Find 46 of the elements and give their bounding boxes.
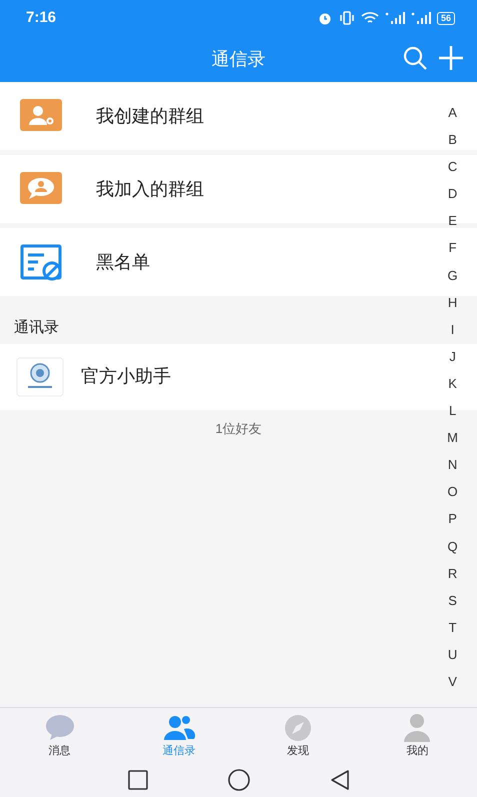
index-letter[interactable]: L <box>447 402 458 430</box>
tab-item[interactable]: 消息 <box>0 708 120 763</box>
index-letter[interactable]: Q <box>447 538 458 565</box>
status-time: 7:16 <box>26 8 56 28</box>
index-letter[interactable]: C <box>447 158 458 186</box>
index-letter[interactable]: R <box>447 564 458 592</box>
index-letter[interactable]: U <box>447 646 458 673</box>
index-letter[interactable]: S <box>447 592 458 619</box>
vibrate-icon <box>338 11 355 25</box>
signal-icon <box>384 11 405 25</box>
home-icon[interactable] <box>226 768 250 792</box>
avatar-icon <box>16 356 64 396</box>
tab-item[interactable]: 发现 <box>238 708 358 763</box>
index-letter[interactable]: H <box>447 294 458 321</box>
index-letter[interactable]: K <box>447 374 458 402</box>
section-header: 通讯录 <box>14 319 59 336</box>
signal-icon <box>410 11 431 25</box>
search-icon[interactable] <box>401 44 429 72</box>
index-letter[interactable]: M <box>447 429 458 456</box>
index-letter[interactable]: N <box>447 456 458 484</box>
wifi-icon <box>360 11 379 25</box>
alarm-icon <box>316 11 333 25</box>
list-item[interactable]: 黑名单 <box>0 228 437 296</box>
tab-item[interactable]: 我的 <box>358 708 477 763</box>
index-letter[interactable]: O <box>447 483 458 510</box>
index-letter[interactable]: J <box>447 348 458 375</box>
list-item[interactable]: 我创建的群组 <box>0 82 437 150</box>
page-title: 通信录 <box>212 48 266 70</box>
battery-indicator: 56 <box>436 12 455 24</box>
index-letter[interactable]: E <box>447 212 458 240</box>
contact-row[interactable]: 官方小助手 <box>0 344 437 410</box>
blocked-list-icon <box>18 243 64 281</box>
list-item[interactable]: 我加入的群组 <box>0 155 437 223</box>
index-letter[interactable]: A <box>447 104 458 132</box>
index-letter[interactable]: T <box>447 618 458 646</box>
add-icon[interactable] <box>437 44 465 72</box>
index-letter[interactable]: V <box>447 672 458 700</box>
index-letter[interactable]: B <box>447 131 458 158</box>
back-icon[interactable] <box>328 769 350 791</box>
index-letter[interactable]: I <box>447 320 458 348</box>
index-letter[interactable]: G <box>447 266 458 294</box>
recents-icon[interactable] <box>126 769 148 791</box>
index-letter[interactable]: D <box>447 185 458 212</box>
index-letter[interactable]: F <box>447 239 458 267</box>
index-letter[interactable]: P <box>447 510 458 538</box>
friend-count: 1位好友 <box>215 420 262 436</box>
